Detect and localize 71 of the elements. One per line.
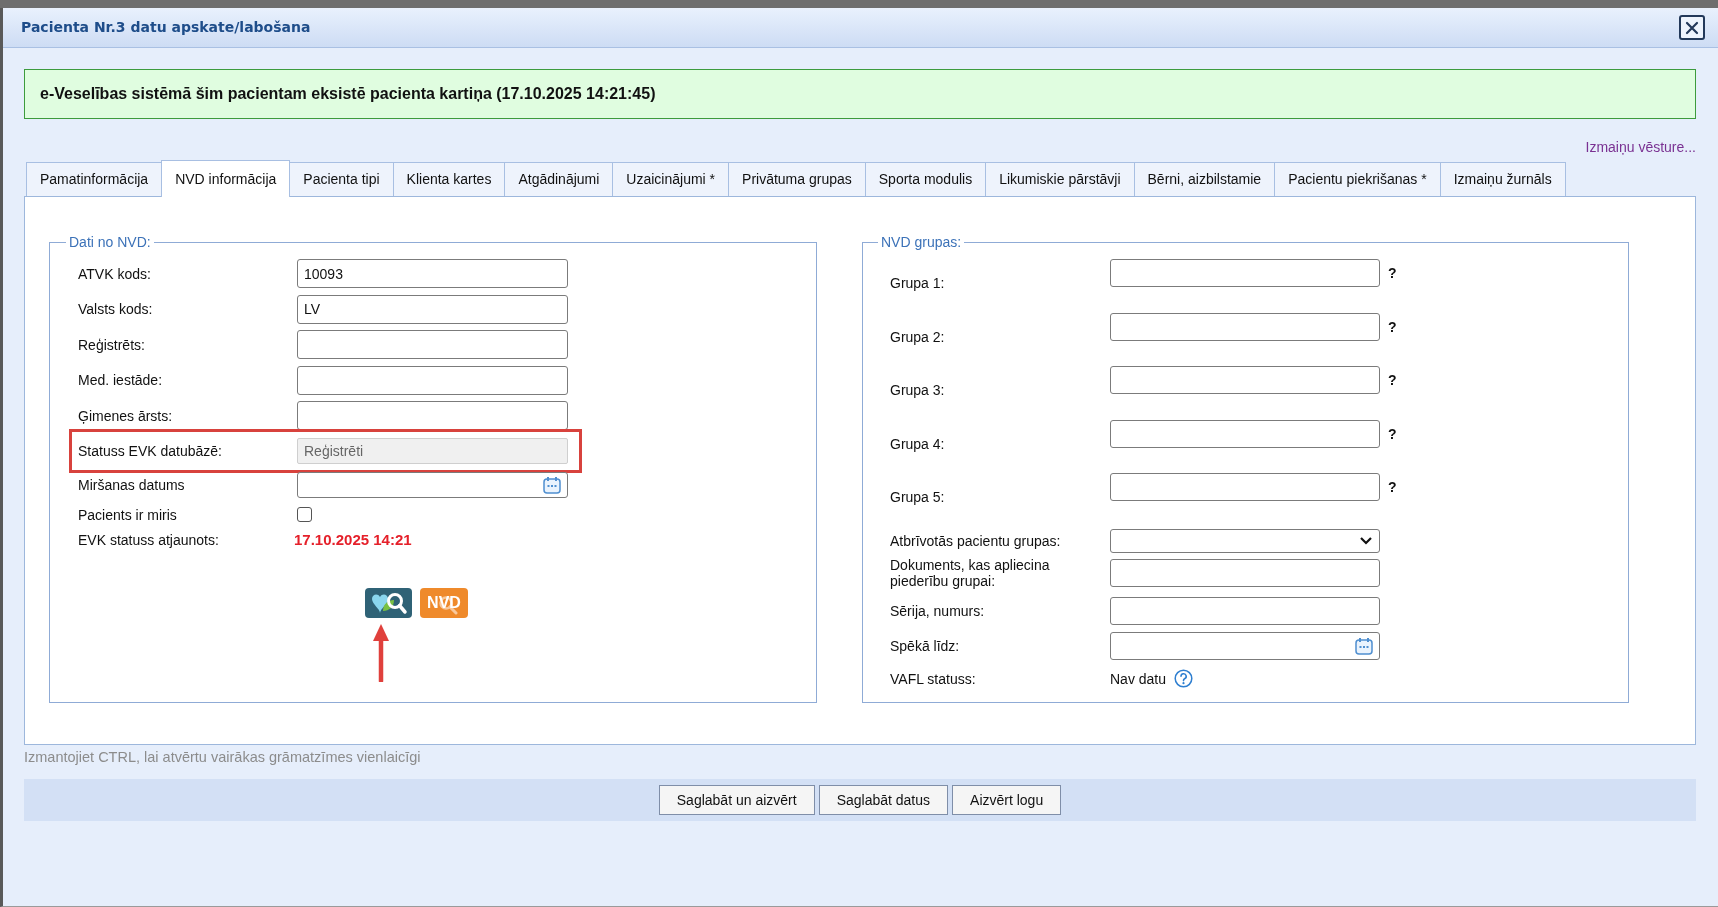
- tab[interactable]: Pacienta tipi: [289, 162, 394, 196]
- tab[interactable]: Uzaicinājumi *: [612, 162, 730, 196]
- help-mark: ?: [1388, 265, 1397, 281]
- text-field[interactable]: LV: [297, 294, 568, 324]
- tab[interactable]: Pamatinformācija: [26, 162, 163, 196]
- field-label: Ģimenes ārsts:: [78, 407, 174, 424]
- close-button[interactable]: [1679, 15, 1705, 40]
- field-label: Miršanas datums: [78, 476, 186, 493]
- text-field[interactable]: [297, 365, 568, 395]
- date-field[interactable]: [297, 471, 568, 498]
- tab[interactable]: Sporta modulis: [864, 162, 987, 196]
- section-legend: Dati no NVD:: [66, 234, 154, 250]
- field-value: Nav datu: [1110, 670, 1167, 687]
- field-label: Sērija, numurs:: [890, 602, 986, 619]
- field-label: Dokuments, kas apliecina piederību grupai:: [890, 557, 1051, 590]
- tab[interactable]: Atgādinājumi: [504, 162, 614, 196]
- field-label: Statuss EVK datubāzē:: [78, 442, 223, 459]
- readonly-field[interactable]: Reģistrēti: [297, 437, 568, 464]
- field-label: Grupa 3:: [890, 382, 946, 398]
- close-icon: [1685, 20, 1699, 35]
- section-legend: NVD grupas:: [878, 234, 965, 250]
- field-label: Grupa 5:: [890, 489, 946, 505]
- checkbox[interactable]: [297, 507, 312, 522]
- banner-text: e-Veselības sistēmā šim pacientam eksistē pacienta kartiņa (17.10.2025 14:21:45): [40, 84, 656, 104]
- text-field[interactable]: [1110, 473, 1380, 501]
- field-label: Grupa 4:: [890, 435, 946, 452]
- help-mark: ?: [1388, 479, 1397, 495]
- text-field[interactable]: [1110, 312, 1380, 341]
- dialog-button[interactable]: Aizvērt logu: [952, 785, 1062, 815]
- tab[interactable]: Pacientu piekrišanas *: [1274, 162, 1441, 196]
- heart-search-button[interactable]: [365, 587, 412, 618]
- text-field[interactable]: [1110, 596, 1380, 625]
- field-label: Grupa 1:: [890, 275, 946, 291]
- text-field[interactable]: [297, 330, 568, 360]
- text-field[interactable]: [1110, 366, 1380, 394]
- field-label: VAFL statuss:: [890, 670, 977, 687]
- field-label: ATVK kods:: [78, 265, 152, 282]
- tab[interactable]: NVD informācija: [161, 160, 291, 197]
- field-label: Med. iestāde:: [78, 372, 164, 389]
- history-link[interactable]: Izmaiņu vēsture...: [1585, 139, 1696, 155]
- text-field[interactable]: 10093: [297, 259, 568, 289]
- field-label: Reģistrēts:: [78, 336, 146, 353]
- dialog-button[interactable]: Saglabāt un aizvērt: [658, 785, 815, 815]
- field-label: Valsts kods:: [78, 301, 154, 318]
- field-label: Atbrīvotās pacientu grupas:: [890, 532, 1062, 549]
- field-label: EVK statuss atjaunots:: [78, 531, 220, 548]
- help-icon[interactable]: [1174, 669, 1194, 688]
- tab[interactable]: Bērni, aizbilstamie: [1133, 162, 1276, 196]
- help-mark: ?: [1388, 425, 1397, 442]
- calendar-icon[interactable]: [1355, 637, 1373, 655]
- calendar-icon[interactable]: [543, 475, 561, 494]
- field-label: Pacients ir miris: [78, 506, 178, 523]
- tab[interactable]: Klienta kartes: [392, 162, 506, 196]
- text-field[interactable]: [1110, 259, 1380, 287]
- window-title: Pacienta Nr.3 datu apskate/labošana: [21, 18, 311, 37]
- text-field[interactable]: [297, 401, 568, 431]
- field-label: Spēkā līdz:: [890, 638, 961, 654]
- chevron-down-icon: [1360, 536, 1372, 545]
- date-field[interactable]: [1110, 632, 1380, 660]
- help-mark: ?: [1388, 318, 1397, 335]
- dialog-button[interactable]: Saglabāt datus: [818, 785, 949, 815]
- text-field[interactable]: [1110, 559, 1380, 588]
- tab[interactable]: Likumiskie pārstāvji: [985, 162, 1135, 196]
- tab[interactable]: Izmaiņu žurnāls: [1439, 162, 1566, 196]
- tab[interactable]: Privātuma grupas: [728, 162, 866, 196]
- dropdown[interactable]: [1110, 528, 1380, 553]
- help-mark: ?: [1388, 372, 1397, 388]
- hint-text: Izmantojiet CTRL, lai atvērtu vairākas grāmatzīmes vienlaicīgi: [24, 749, 421, 765]
- text-field[interactable]: [1110, 419, 1380, 448]
- timestamp-text: 17.10.2025 14:21: [294, 531, 412, 548]
- field-label: Grupa 2:: [890, 328, 946, 345]
